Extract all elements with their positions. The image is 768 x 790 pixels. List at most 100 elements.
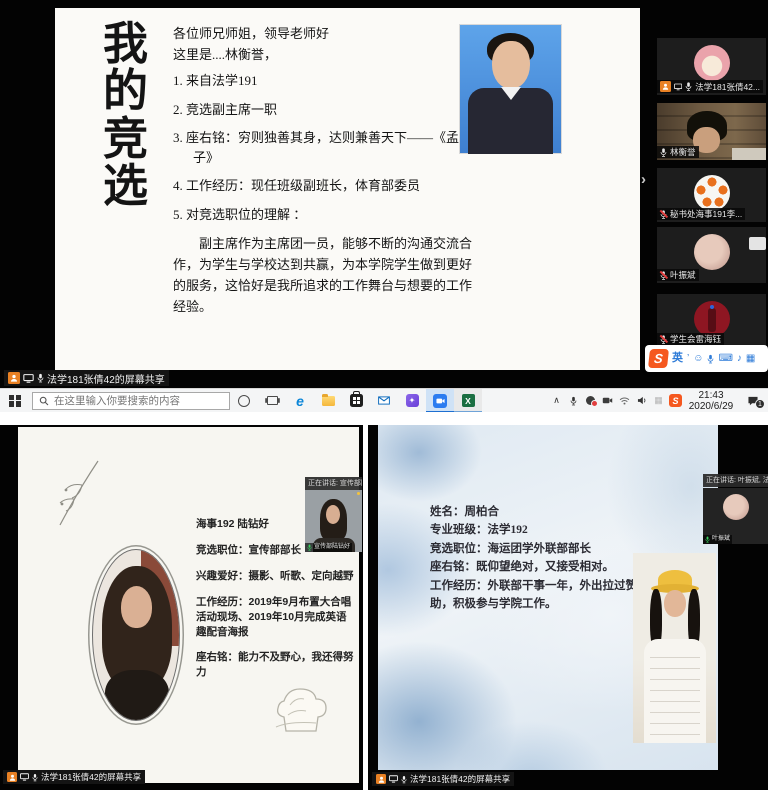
motto-line: 座右铭：能力不及野心，我还得努力	[196, 650, 356, 680]
meeting-window-bottom-left: 海事192 陆钻好 竞选职位：宣传部部长 兴趣爱好：摄影、听歌、定向越野 工作经…	[0, 425, 363, 790]
list-item-origin: 1. 来自法学191	[173, 71, 475, 91]
screen-share-source-label: 法学181张倩42的屏幕共享	[372, 772, 514, 786]
windows-taskbar: e ✦ X ∧ ▦ S 21:43 2020/6/29 1	[0, 388, 768, 412]
search-input[interactable]	[54, 395, 223, 407]
mic-icon	[401, 775, 407, 784]
action-center-button[interactable]: 1	[738, 389, 768, 413]
sogou-logo-icon[interactable]: S	[648, 349, 669, 368]
hobby-line: 兴趣爱好：摄影、听歌、定向越野	[196, 569, 356, 584]
host-icon	[7, 772, 17, 782]
tray-expand-button[interactable]: ∧	[548, 389, 565, 413]
bread-sketch-decoration	[264, 683, 332, 735]
branch-sketch-decoration	[52, 459, 104, 531]
participant-tile-host[interactable]: 法学181张倩42...	[657, 38, 766, 95]
participant-name: 叶振斌	[670, 270, 696, 280]
list-item-motto: 3. 座右铭：穷则独善其身，达则兼善天下——《孟子》	[173, 128, 475, 167]
tray-volume-button[interactable]	[633, 389, 650, 413]
speaker-name: 叶振斌	[712, 535, 730, 544]
chevron-up-icon: ∧	[553, 395, 560, 406]
tray-camera-button[interactable]	[599, 389, 616, 413]
taskbar-clock[interactable]: 21:43 2020/6/29	[684, 390, 738, 412]
voice-input-icon[interactable]	[707, 354, 714, 364]
screen-share-source-label: 法学181张倩42的屏幕共享	[3, 770, 145, 784]
screen-share-icon	[20, 773, 29, 781]
recording-icon	[586, 396, 595, 405]
speaking-now-banner: 正在讲话: 宣传部陆钻好	[305, 477, 362, 490]
tray-network-button[interactable]: ▦	[650, 389, 667, 413]
participant-name: 法学181张倩42...	[695, 82, 760, 92]
overlay-marker-dot	[357, 492, 360, 495]
mic-on-icon	[307, 544, 312, 551]
white-blouse	[644, 639, 706, 743]
clock-date: 2020/6/29	[684, 401, 738, 412]
tencent-meeting-button[interactable]	[426, 389, 454, 413]
tray-mic-icon	[570, 396, 577, 406]
tray-wifi-button[interactable]	[616, 389, 633, 413]
notification-icon: 1	[747, 396, 759, 406]
language-toggle[interactable]: 英	[672, 345, 683, 372]
slide-text-block: 姓名：周柏合 专业班级：法学192 竞选职位：海运团学外联部部长 座右铭：既仰望…	[430, 503, 658, 613]
participant-name: 林衡誉	[670, 147, 696, 157]
tile-hover-popup[interactable]	[749, 237, 766, 250]
participant-tile[interactable]: 秘书处海事191李...	[657, 168, 766, 222]
emoji-icon[interactable]: ☺	[693, 345, 703, 372]
excel-icon: X	[462, 394, 475, 407]
edge-button[interactable]: e	[286, 389, 314, 413]
speaker-video-overlay[interactable]: 宣传部陆钻好	[305, 490, 362, 552]
work-line: 工作经历：2019年9月布置大合唱活动现场、2019年10月完成英语趣配音海报	[196, 595, 356, 640]
greeting-line-2: 这里是....林衡誉，	[173, 45, 475, 65]
taskbar-search-box[interactable]	[32, 392, 230, 410]
windows-logo-icon	[9, 395, 21, 407]
portrait-face	[121, 586, 152, 628]
video-desk	[732, 148, 766, 160]
mail-button[interactable]	[370, 389, 398, 413]
file-explorer-button[interactable]	[314, 389, 342, 413]
portrait-body	[105, 670, 169, 721]
excel-button[interactable]: X	[454, 389, 482, 413]
shared-slide-campaign: 我的竞选 各位师兄师姐，领导老师好 这里是....林衡誉， 1. 来自法学191…	[55, 8, 640, 370]
task-view-button[interactable]	[258, 389, 286, 413]
mic-on-icon	[660, 148, 667, 157]
punctuation-icon[interactable]: ’	[687, 345, 689, 372]
candidate-portrait-oval	[92, 549, 180, 721]
speaker-tile-overlay[interactable]: 叶振斌	[703, 488, 768, 544]
meeting-app-icon	[433, 394, 447, 408]
start-button[interactable]	[0, 389, 30, 413]
skin-icon[interactable]: ♪	[737, 345, 742, 372]
candidate-video-feed[interactable]	[633, 553, 716, 743]
cola-avatar	[694, 301, 730, 337]
keyboard-icon[interactable]: ⌨	[718, 345, 732, 372]
sogou-tray-icon: S	[669, 394, 682, 407]
participant-tile[interactable]: 学生会雷海钰	[657, 294, 766, 347]
tray-sogou-button[interactable]: S	[667, 389, 684, 413]
sogou-input-toolbar[interactable]: S 英 ’ ☺ ⌨ ♪ ▦	[645, 345, 768, 372]
basketball-avatar	[694, 175, 730, 211]
clock-time: 21:43	[684, 390, 738, 401]
face	[664, 590, 686, 617]
mic-muted-icon	[660, 271, 667, 280]
class-line: 专业班级：法学192	[430, 521, 658, 539]
store-button[interactable]	[342, 389, 370, 413]
participant-tile[interactable]: 叶振斌	[657, 227, 766, 283]
speaker-name: 宣传部陆钻好	[314, 543, 350, 552]
candidate-name-line: 姓名：周柏合	[430, 503, 658, 521]
list-item-experience: 4. 工作经历：现任班级副班长，体育部委员	[173, 176, 475, 196]
notification-badge: 1	[755, 399, 765, 409]
candidate-photo	[459, 24, 562, 154]
mic-on-icon	[685, 82, 692, 91]
participant-tile-video[interactable]: 林衡誉	[657, 103, 766, 160]
tray-mic-button[interactable]	[565, 389, 582, 413]
motto-line: 座右铭：既仰望绝对，又接受相对。	[430, 558, 658, 576]
participant-name: 秘书处海事191李...	[670, 209, 742, 219]
cortana-icon	[238, 395, 250, 407]
search-icon	[39, 396, 49, 406]
cortana-button[interactable]	[230, 389, 258, 413]
screen-share-icon	[674, 83, 682, 91]
mic-icon	[37, 373, 44, 383]
tray-recording-button[interactable]	[582, 389, 599, 413]
sidebar-collapse-arrow[interactable]: ›	[641, 171, 646, 188]
purple-app-button[interactable]: ✦	[398, 389, 426, 413]
toolbox-icon[interactable]: ▦	[746, 345, 755, 372]
camera-icon	[602, 397, 613, 404]
campaign-points-list: 1. 来自法学191 2. 竞选副主席一职 3. 座右铭：穷则独善其身，达则兼善…	[173, 71, 475, 224]
